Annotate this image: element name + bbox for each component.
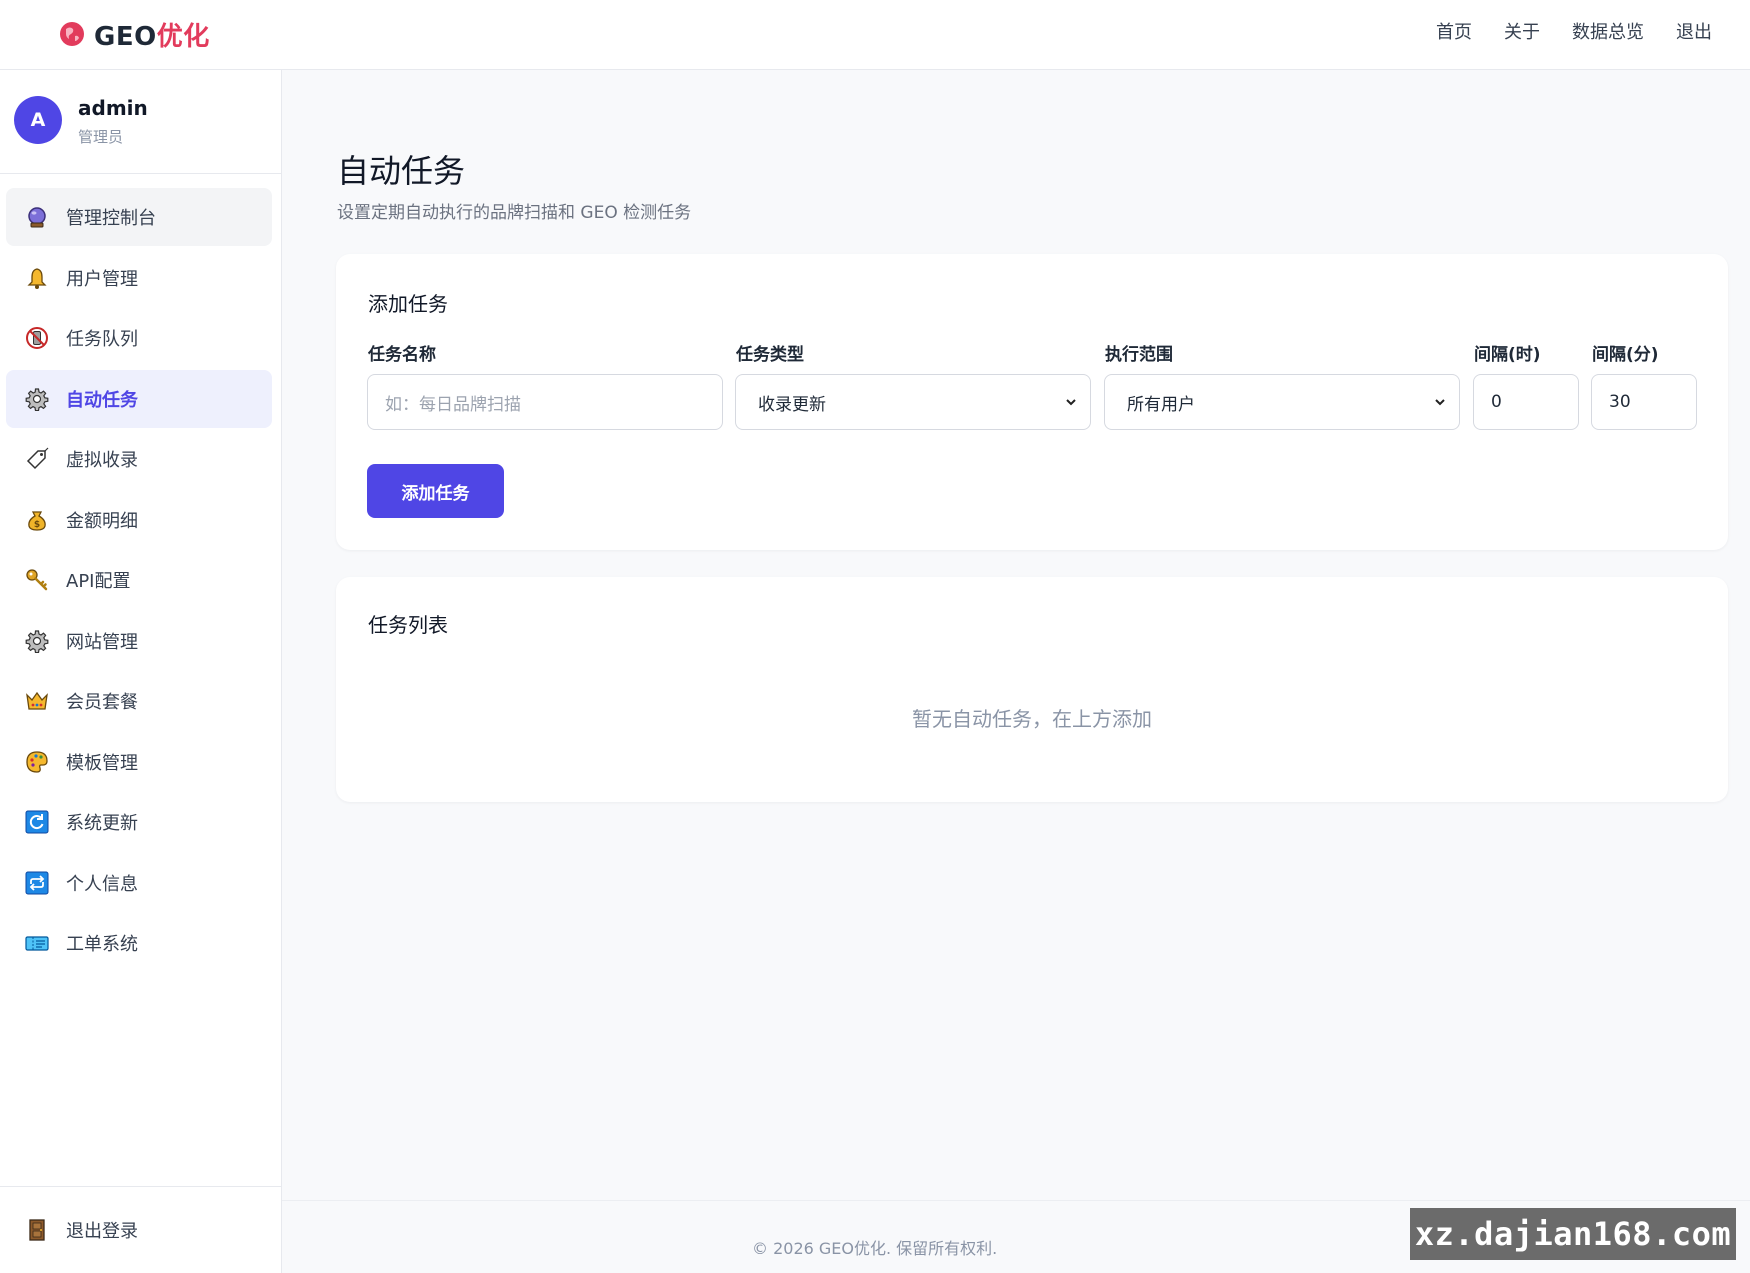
- no-phone-icon: [24, 325, 50, 351]
- nav-home-link[interactable]: 首页: [1436, 18, 1472, 48]
- sidebar-item-tickets[interactable]: 工单系统: [6, 914, 272, 972]
- scope-value: 所有用户: [1127, 394, 1195, 415]
- gear-icon: [24, 386, 50, 412]
- sidebar-item-label: 用户管理: [66, 268, 138, 290]
- chevron-down-icon: [1435, 399, 1445, 406]
- sidebar-item-label: API配置: [66, 571, 131, 592]
- refresh-icon: [24, 809, 50, 835]
- sidebar-item-system-update[interactable]: 系统更新: [6, 793, 272, 851]
- nav-overview-link[interactable]: 数据总览: [1572, 18, 1644, 48]
- scope-label: 执行范围: [1105, 345, 1173, 365]
- avatar: A: [14, 96, 62, 144]
- brand-logo[interactable]: GEO优化: [58, 14, 210, 54]
- task-name-input[interactable]: 如：每日品牌扫描: [367, 374, 723, 430]
- crown-icon: [24, 688, 50, 714]
- scope-select[interactable]: 所有用户: [1104, 374, 1460, 430]
- sidebar-item-profile[interactable]: 个人信息: [6, 854, 272, 912]
- copyright-text: © 2026 GEO优化. 保留所有权利.: [752, 1239, 998, 1258]
- interval-hours-label: 间隔(时): [1474, 345, 1541, 365]
- top-nav: 首页 关于 数据总览 退出: [1404, 18, 1712, 48]
- add-task-button[interactable]: 添加任务: [367, 464, 504, 518]
- task-type-value: 收录更新: [758, 394, 826, 415]
- sidebar-item-label: 会员套餐: [66, 692, 138, 713]
- task-name-placeholder: 如：每日品牌扫描: [385, 394, 521, 415]
- watermark: xz.dajian168.com: [1410, 1208, 1736, 1260]
- brand-name: GEO优化: [94, 21, 210, 52]
- tag-icon: [24, 446, 50, 472]
- interval-hours-input[interactable]: 0: [1473, 374, 1579, 430]
- sidebar-item-membership[interactable]: 会员套餐: [6, 672, 272, 730]
- page-title: 自动任务: [337, 152, 466, 190]
- task-list-title: 任务列表: [368, 613, 448, 637]
- key-icon: [24, 567, 50, 593]
- globe-heart-icon: [60, 22, 84, 46]
- user-profile: A admin 管理员: [0, 70, 281, 174]
- add-task-card: 添加任务 任务名称 如：每日品牌扫描 任务类型 收录更新 执行范围 所有用户 间…: [336, 254, 1728, 550]
- sidebar-item-label: 系统更新: [66, 813, 138, 834]
- main-content: 自动任务 设置定期自动执行的品牌扫描和 GEO 检测任务 添加任务 任务名称 如…: [282, 70, 1750, 1273]
- user-name: admin: [78, 96, 148, 120]
- top-bar: GEO优化 首页 关于 数据总览 退出: [0, 0, 1750, 70]
- task-type-select[interactable]: 收录更新: [735, 374, 1091, 430]
- sidebar-item-templates[interactable]: 模板管理: [6, 733, 272, 791]
- ticket-icon: [24, 930, 50, 956]
- sidebar-item-task-queue[interactable]: 任务队列: [6, 309, 272, 367]
- door-icon: [24, 1217, 50, 1243]
- sidebar-item-label: 工单系统: [66, 934, 138, 955]
- empty-state-text: 暂无自动任务，在上方添加: [912, 707, 1152, 731]
- sidebar-item-auto-task[interactable]: 自动任务: [6, 369, 272, 428]
- sidebar-menu: 管理控制台 用户管理 任务队列 自动任务 虚拟收录 $ 金额明细 API配置 网: [6, 188, 272, 975]
- user-role: 管理员: [78, 128, 124, 146]
- sidebar-item-api-config[interactable]: API配置: [6, 551, 272, 609]
- add-task-title: 添加任务: [368, 292, 448, 316]
- sidebar-item-label: 管理控制台: [66, 208, 156, 229]
- sidebar-item-label: 网站管理: [66, 631, 138, 653]
- sidebar-item-amount-detail[interactable]: $ 金额明细: [6, 491, 272, 549]
- svg-text:$: $: [34, 520, 40, 530]
- interval-minutes-value: 30: [1609, 392, 1631, 412]
- sidebar-item-label: 模板管理: [66, 752, 138, 774]
- sidebar-item-users[interactable]: 用户管理: [6, 249, 272, 307]
- sidebar: A admin 管理员 管理控制台 用户管理 任务队列 自动任务 虚拟收录 $ …: [0, 70, 282, 1273]
- task-type-label: 任务类型: [736, 345, 804, 365]
- crystal-ball-icon: [24, 204, 50, 230]
- page-subtitle: 设置定期自动执行的品牌扫描和 GEO 检测任务: [337, 203, 692, 223]
- task-list-card: 任务列表 暂无自动任务，在上方添加: [336, 577, 1728, 802]
- logout-button[interactable]: 退出登录: [24, 1217, 138, 1243]
- sidebar-item-site-manage[interactable]: 网站管理: [6, 612, 272, 670]
- sidebar-item-label: 自动任务: [66, 389, 138, 411]
- logout-label: 退出登录: [66, 1221, 138, 1242]
- interval-minutes-input[interactable]: 30: [1591, 374, 1697, 430]
- money-bag-icon: $: [24, 507, 50, 533]
- sidebar-item-label: 个人信息: [66, 873, 138, 895]
- gear-icon: [24, 628, 50, 654]
- sidebar-item-virtual-index[interactable]: 虚拟收录: [6, 430, 272, 488]
- interval-hours-value: 0: [1491, 392, 1502, 412]
- sidebar-item-label: 虚拟收录: [66, 450, 138, 471]
- sidebar-item-label: 金额明细: [66, 510, 138, 532]
- sidebar-item-dashboard[interactable]: 管理控制台: [6, 188, 272, 246]
- nav-about-link[interactable]: 关于: [1504, 18, 1540, 48]
- task-name-label: 任务名称: [368, 345, 436, 365]
- palette-icon: [24, 749, 50, 775]
- bell-icon: [24, 265, 50, 291]
- interval-minutes-label: 间隔(分): [1592, 345, 1659, 365]
- sidebar-footer: 退出登录: [0, 1186, 281, 1273]
- sidebar-item-label: 任务队列: [66, 329, 138, 350]
- repeat-icon: [24, 870, 50, 896]
- nav-exit-link[interactable]: 退出: [1676, 18, 1712, 48]
- chevron-down-icon: [1066, 399, 1076, 406]
